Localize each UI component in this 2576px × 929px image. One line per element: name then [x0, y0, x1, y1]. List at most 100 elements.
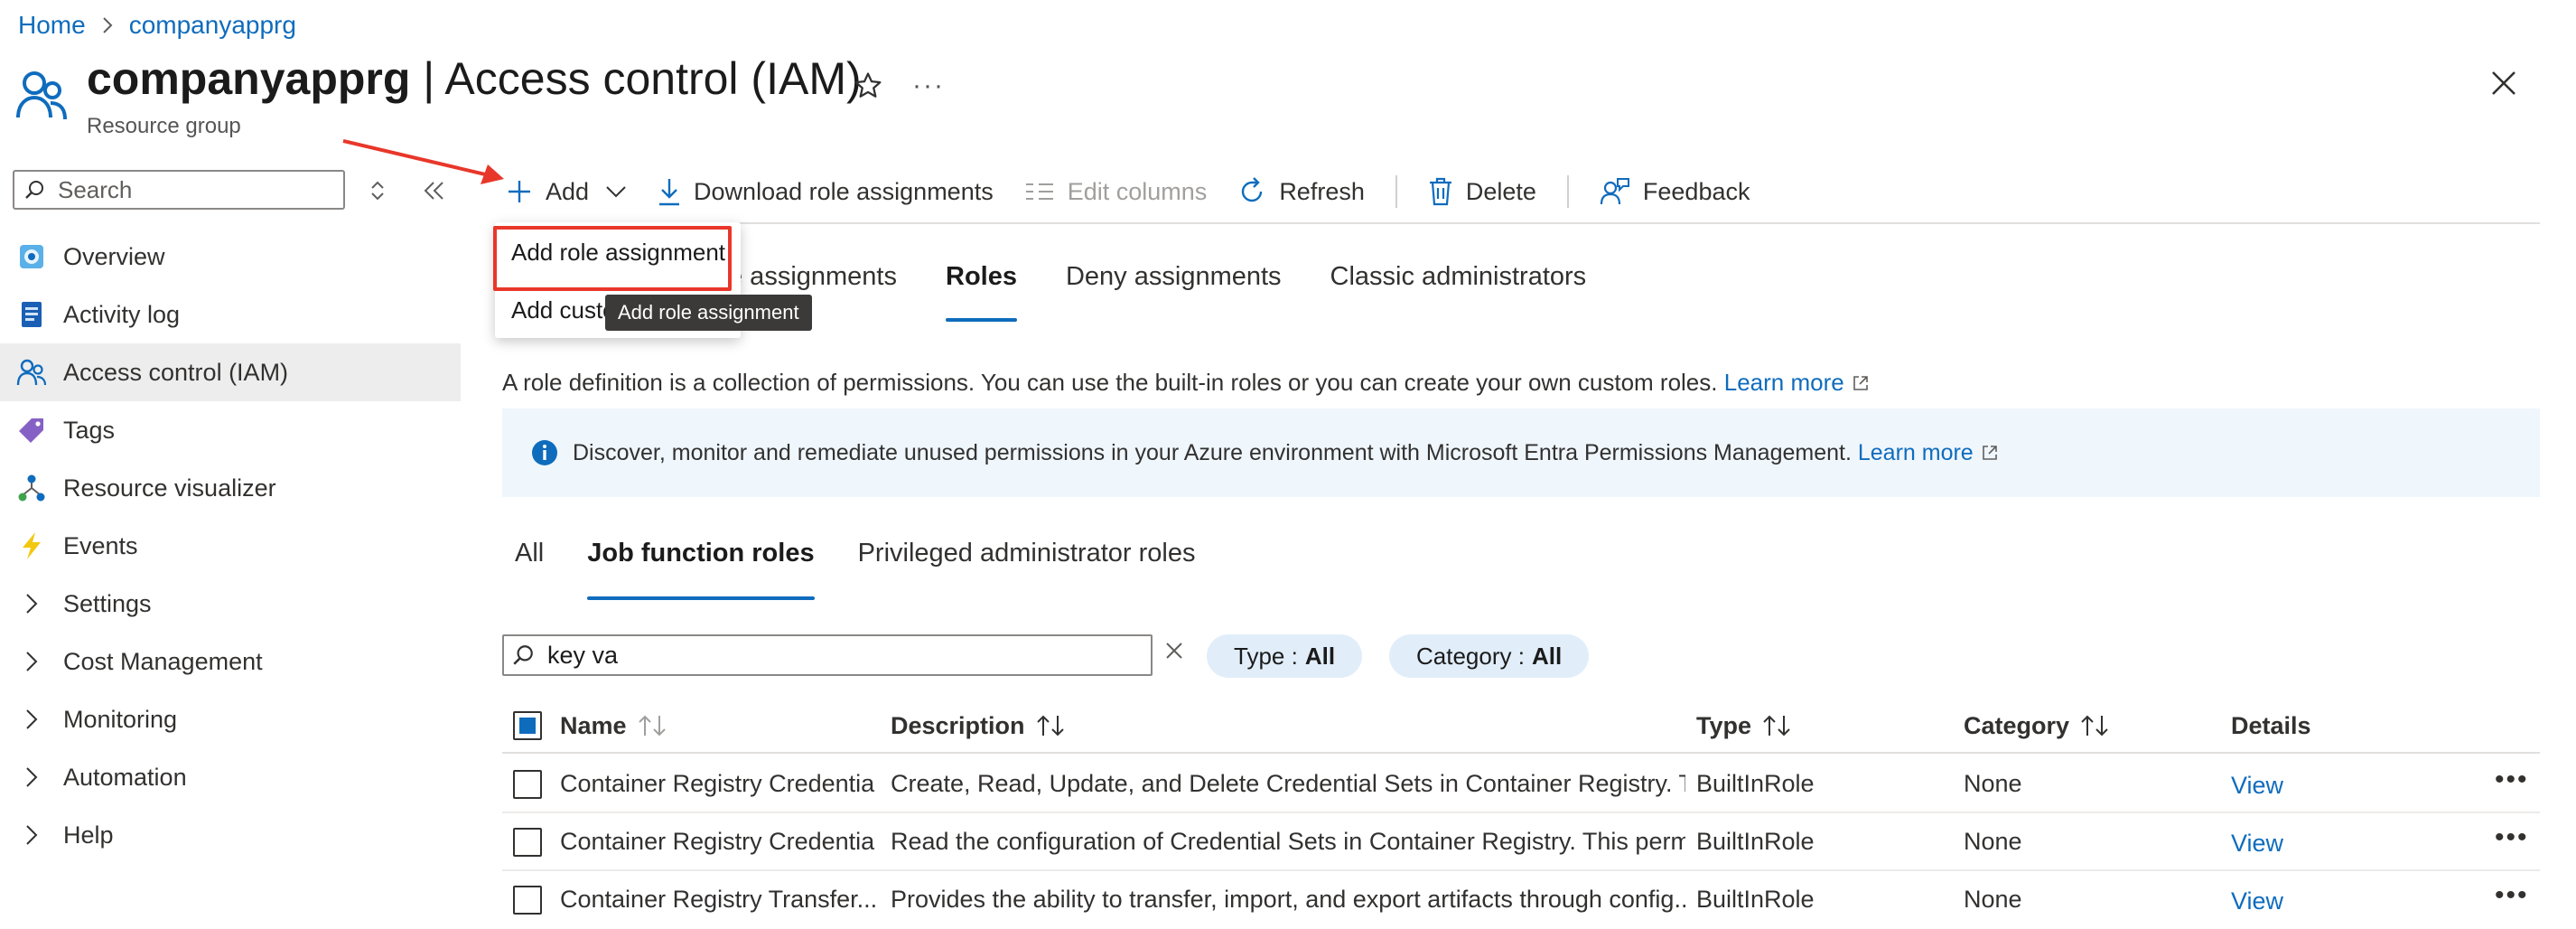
annotation-highlight-box: [493, 226, 732, 291]
events-bolt-icon: [16, 530, 47, 561]
sidebar-item-settings[interactable]: Settings: [0, 575, 461, 633]
breadcrumb: Home companyapprg: [18, 9, 296, 42]
role-search-input[interactable]: [546, 640, 1127, 671]
row-checkbox[interactable]: [513, 886, 542, 915]
roles-description: A role definition is a collection of per…: [502, 369, 1870, 397]
page-title: companyapprg | Access control (IAM): [87, 52, 862, 105]
row-more-options-icon[interactable]: •••: [2495, 880, 2529, 911]
breadcrumb-home-link[interactable]: Home: [18, 11, 86, 40]
tab-roles[interactable]: Roles: [946, 262, 1017, 322]
subtab-all[interactable]: All: [515, 539, 544, 589]
subtab-job-function-roles[interactable]: Job function roles: [587, 539, 815, 600]
column-header-description[interactable]: Description: [891, 712, 1065, 740]
resource-group-users-icon: [14, 67, 69, 125]
roles-table-header: Name Description Type Category Details: [502, 699, 2540, 752]
add-button[interactable]: Add: [506, 178, 627, 206]
select-all-checkbox[interactable]: [513, 711, 542, 740]
sidebar-item-monitoring[interactable]: Monitoring: [0, 690, 461, 748]
info-icon: [531, 439, 558, 466]
sidebar-item-label: Activity log: [63, 300, 181, 328]
column-header-name[interactable]: Name: [560, 712, 667, 740]
command-bar: Add Download role assignments Edit colum…: [506, 163, 1780, 221]
row-view-link[interactable]: View: [2231, 887, 2283, 915]
sort-arrows-icon: [1763, 715, 1790, 737]
sidebar-item-events[interactable]: Events: [0, 517, 461, 575]
row-more-options-icon[interactable]: •••: [2495, 822, 2529, 853]
breadcrumb-resource-group-link[interactable]: companyapprg: [129, 11, 296, 40]
chevron-right-icon: [16, 824, 47, 846]
sidebar-item-resource-visualizer[interactable]: Resource visualizer: [0, 459, 461, 517]
chevron-right-icon: [16, 593, 47, 615]
column-header-details-label: Details: [2231, 711, 2311, 739]
toolbar-divider-line: [502, 222, 2540, 224]
role-search-box[interactable]: [502, 634, 1153, 676]
banner-learn-more-link[interactable]: Learn more: [1858, 440, 1974, 466]
column-header-category[interactable]: Category: [1964, 712, 2109, 740]
download-role-assignments-button[interactable]: Download role assignments: [658, 177, 994, 206]
sidebar-search-box[interactable]: [13, 170, 345, 210]
download-icon: [659, 179, 680, 206]
sidebar-item-label: Overview: [63, 242, 165, 270]
sidebar-item-tags[interactable]: Tags: [0, 401, 461, 459]
row-type: BuiltInRole: [1696, 828, 1815, 855]
sidebar-item-help[interactable]: Help: [0, 806, 461, 864]
row-name: Container Registry Credentia...: [560, 770, 876, 797]
add-button-label: Add: [546, 177, 590, 205]
edit-columns-icon: [1025, 183, 1053, 200]
toolbar-divider: [1566, 175, 1569, 208]
more-options-icon[interactable]: ···: [912, 70, 945, 101]
tab-deny-assignments[interactable]: Deny assignments: [1066, 262, 1282, 316]
tab-classic-administrators[interactable]: Classic administrators: [1330, 262, 1587, 316]
sidebar-item-label: Tags: [63, 416, 116, 444]
type-filter-value: All: [1304, 642, 1336, 670]
chevron-right-icon: [16, 651, 47, 672]
row-checkbox[interactable]: [513, 828, 542, 857]
sidebar-item-overview[interactable]: Overview: [0, 228, 461, 286]
learn-more-link[interactable]: Learn more: [1724, 369, 1844, 397]
activity-log-icon: [16, 299, 47, 330]
row-view-link[interactable]: View: [2231, 772, 2283, 800]
info-banner: Discover, monitor and remediate unused p…: [502, 408, 2540, 497]
column-header-details: Details: [2231, 712, 2311, 740]
table-row[interactable]: Container Registry Transfer... Provides …: [502, 871, 2540, 929]
delete-button[interactable]: Delete: [1428, 177, 1536, 206]
iam-icon: [16, 357, 47, 388]
close-icon[interactable]: [2489, 69, 2518, 98]
refresh-button[interactable]: Refresh: [1237, 177, 1365, 206]
edit-columns-button[interactable]: Edit columns: [1024, 177, 1208, 206]
refresh-icon: [1242, 177, 1263, 202]
feedback-button[interactable]: Feedback: [1600, 177, 1750, 206]
table-header-divider: [502, 752, 2540, 754]
favorite-star-icon[interactable]: [853, 70, 883, 101]
chevron-right-icon: [16, 766, 47, 788]
row-view-link[interactable]: View: [2231, 830, 2283, 858]
clear-search-icon[interactable]: [1163, 640, 1185, 662]
sidebar-item-access-control[interactable]: Access control (IAM): [0, 343, 461, 401]
sidebar-item-label: Events: [63, 531, 138, 559]
type-filter-pill[interactable]: Type : All: [1207, 634, 1363, 678]
search-icon: [513, 645, 533, 665]
collapse-sidebar-double-chevron-icon[interactable]: [421, 179, 446, 202]
feedback-person-icon: [1600, 178, 1629, 205]
sidebar-item-automation[interactable]: Automation: [0, 748, 461, 806]
role-type-tabs: All Job function roles Privileged admini…: [515, 539, 1239, 600]
sidebar-item-label: Settings: [63, 589, 152, 617]
category-filter-pill[interactable]: Category : All: [1389, 634, 1590, 678]
table-row[interactable]: Container Registry Credentia... Read the…: [502, 813, 2540, 871]
sidebar-search-input[interactable]: [56, 174, 331, 205]
menu-item-add-custom-role[interactable]: Add custo: [511, 296, 616, 324]
page-title-section: | Access control (IAM): [410, 53, 862, 104]
column-header-name-label: Name: [560, 711, 627, 739]
edit-columns-label: Edit columns: [1067, 177, 1208, 205]
column-header-type[interactable]: Type: [1696, 712, 1791, 740]
table-row[interactable]: Container Registry Credentia... Create, …: [502, 755, 2540, 813]
row-more-options-icon[interactable]: •••: [2495, 765, 2529, 795]
sidebar-item-activity-log[interactable]: Activity log: [0, 286, 461, 343]
subtab-privileged-administrator-roles[interactable]: Privileged administrator roles: [858, 539, 1196, 589]
expand-collapse-updown-icon[interactable]: [367, 179, 388, 202]
sidebar-item-label: Automation: [63, 763, 187, 791]
row-checkbox[interactable]: [513, 770, 542, 799]
sidebar-item-cost-management[interactable]: Cost Management: [0, 633, 461, 690]
refresh-button-label: Refresh: [1279, 177, 1365, 205]
info-banner-text: Discover, monitor and remediate unused p…: [573, 439, 1852, 465]
